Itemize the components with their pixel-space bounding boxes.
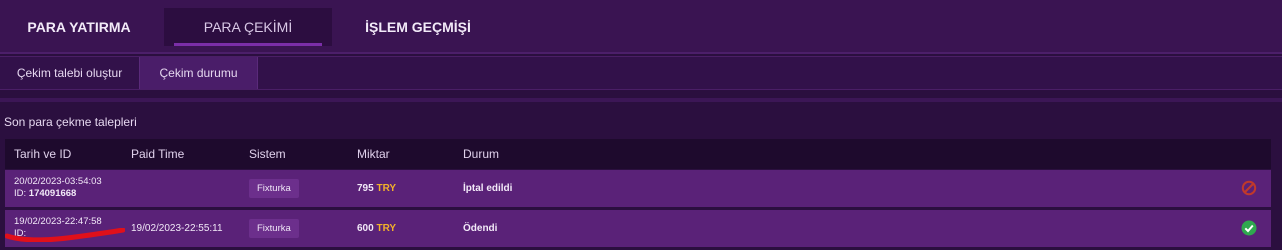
table-row[interactable]: 20/02/2023-03:54:03 ID: 174091668 Fixtur…: [5, 170, 1271, 207]
table-row[interactable]: 19/02/2023-22:47:58 ID: 19/02/2023-22:55…: [5, 210, 1271, 247]
tab-para-cekimi[interactable]: PARA ÇEKİMİ: [164, 8, 332, 46]
row-amount-value: 600: [357, 223, 374, 234]
row-amount: 600 TRY: [357, 210, 396, 247]
check-icon: [1241, 220, 1257, 236]
row-currency: TRY: [376, 223, 397, 234]
subtab-cekim-durumu[interactable]: Çekim durumu: [140, 57, 258, 89]
row-id-label: ID:: [14, 188, 27, 199]
main-tab-bar: PARA YATIRMA PARA ÇEKİMİ İŞLEM GEÇMİŞİ: [0, 0, 1282, 54]
divider: [0, 98, 1282, 102]
cancel-icon: [1241, 180, 1257, 196]
row-currency: TRY: [376, 183, 397, 194]
redaction-scribble: [5, 228, 125, 242]
row-paid-time: 19/02/2023-22:55:11: [131, 223, 223, 234]
col-header-date-id: Tarih ve ID: [14, 147, 72, 161]
row-amount-value: 795: [357, 183, 374, 194]
tab-islem-gecmisi[interactable]: İŞLEM GEÇMİŞİ: [336, 8, 500, 46]
row-date: 19/02/2023-22:47:58: [14, 216, 102, 227]
col-header-amount: Miktar: [357, 147, 390, 161]
sub-tab-bar: Çekim talebi oluştur Çekim durumu: [0, 56, 1282, 90]
row-date: 20/02/2023-03:54:03: [14, 176, 102, 187]
row-date-id: 20/02/2023-03:54:03 ID: 174091668: [14, 176, 102, 200]
col-header-system: Sistem: [249, 147, 286, 161]
subtab-cekim-talebi-olustur[interactable]: Çekim talebi oluştur: [0, 57, 140, 89]
row-status: İptal edildi: [463, 183, 513, 194]
tab-para-cekimi-label: PARA ÇEKİMİ: [203, 19, 293, 35]
tab-para-yatirma[interactable]: PARA YATIRMA: [0, 8, 158, 46]
col-header-paid-time: Paid Time: [131, 147, 185, 161]
row-amount: 795 TRY: [357, 170, 396, 207]
col-header-status: Durum: [463, 147, 500, 161]
section-title: Son para çekme talepleri: [4, 115, 137, 129]
row-system-badge: Fixturka: [249, 219, 299, 238]
table-header: Tarih ve ID Paid Time Sistem Miktar Duru…: [5, 139, 1271, 169]
row-status: Ödendi: [463, 223, 498, 234]
row-id: 174091668: [28, 188, 77, 199]
row-system-badge: Fixturka: [249, 179, 299, 198]
row-id-line: ID: 174091668: [14, 188, 102, 200]
active-tab-indicator: [174, 43, 322, 46]
